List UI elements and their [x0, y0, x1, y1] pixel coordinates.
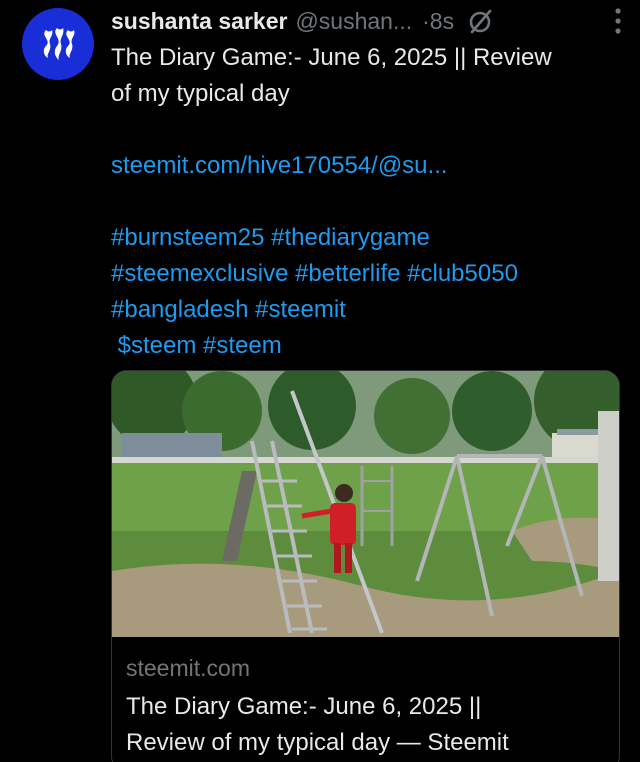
link-preview-title: The Diary Game:- June 6, 2025 || Review … — [126, 689, 606, 761]
post: sushanta sarker @sushan... ·8s The Diary… — [0, 0, 640, 762]
hashtag-line[interactable]: $steem #steem — [111, 328, 621, 364]
more-options-icon[interactable] — [614, 6, 622, 36]
link-preview-title-line: The Diary Game:- June 6, 2025 || — [126, 693, 482, 720]
link-preview-image — [112, 371, 619, 637]
hashtag-line[interactable]: #steemexclusive #betterlife #club5050 — [111, 256, 621, 292]
post-time[interactable]: ·8s — [422, 8, 454, 35]
post-title-line: of my typical day — [111, 80, 290, 107]
link-preview-domain: steemit.com — [126, 655, 250, 681]
post-header: sushanta sarker @sushan... ·8s — [111, 4, 621, 38]
avatar[interactable] — [22, 8, 94, 80]
author-name[interactable]: sushanta sarker — [111, 8, 287, 35]
post-text: The Diary Game:- June 6, 2025 || Review … — [111, 40, 621, 364]
hashtag-line[interactable]: #burnsteem25 #thediarygame — [111, 220, 621, 256]
link-preview-title-line: Review of my typical day — Steemit — [126, 729, 509, 756]
post-title-line: The Diary Game:- June 6, 2025 || Review — [111, 44, 552, 71]
link-preview-card[interactable]: steemit.com The Diary Game:- June 6, 202… — [111, 370, 620, 762]
hashtag-line[interactable]: #bangladesh #steemit — [111, 292, 621, 328]
steem-logo-icon — [43, 28, 75, 60]
author-handle[interactable]: @sushan... — [295, 8, 412, 35]
post-link[interactable]: steemit.com/hive170554/@su... — [111, 148, 621, 184]
grok-icon[interactable] — [468, 8, 494, 34]
